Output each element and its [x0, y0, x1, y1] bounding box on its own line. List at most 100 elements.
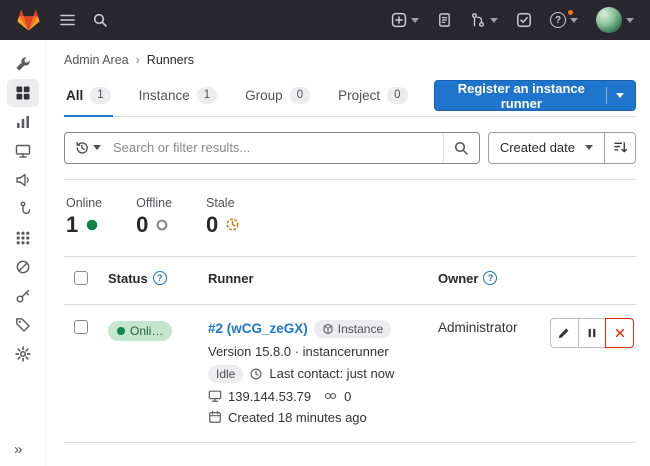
stat-stale: Stale 0 [206, 196, 240, 236]
pause-runner-button[interactable] [578, 318, 607, 348]
tab-group[interactable]: Group 0 [243, 75, 312, 117]
sidebar-item-overview[interactable] [7, 79, 39, 107]
runner-row: Onli… #2 (wCG_zeGX) Instance [64, 305, 636, 443]
search-submit-button[interactable] [443, 133, 479, 163]
user-menu-dropdown[interactable] [592, 3, 638, 37]
runner-type-badge: Instance [314, 320, 391, 338]
search-icon [92, 12, 108, 28]
runner-version: Version 15.8.0 · instancerunner [208, 344, 389, 359]
owner-link[interactable]: Administrator [438, 320, 518, 335]
chevron-down-icon [411, 18, 419, 23]
tab-count-badge: 0 [387, 87, 407, 104]
tab-count-badge: 1 [90, 87, 110, 104]
sidebar-collapse-button[interactable]: » [0, 441, 46, 458]
tab-all[interactable]: All 1 [64, 75, 113, 117]
breadcrumb-admin-area[interactable]: Admin Area [64, 53, 129, 67]
chevron-down-icon [490, 18, 498, 23]
search-input[interactable] [107, 140, 443, 155]
delete-runner-button[interactable] [605, 318, 634, 348]
sidebar-item-analytics[interactable] [7, 108, 39, 136]
sidebar-item-admin[interactable] [7, 50, 39, 78]
tab-label: Group [245, 88, 283, 103]
stale-clock-icon [225, 217, 240, 232]
runners-table: Status ? Runner Owner ? [64, 256, 636, 443]
runner-type-badge-label: Instance [338, 322, 383, 336]
stat-offline-label: Offline [136, 196, 172, 210]
help-icon: ? [550, 12, 566, 28]
stat-online-value: 1 [66, 214, 78, 236]
sidebar-item-labels[interactable] [7, 311, 39, 339]
filter-row: Created date [64, 132, 636, 164]
gitlab-tanuki-icon [16, 8, 41, 32]
stat-online: Online 1 [66, 196, 102, 236]
register-button-label: Register an instance runner [446, 81, 598, 111]
runner-column-header: Runner [208, 271, 254, 286]
todos-button[interactable] [512, 8, 536, 32]
new-menu-dropdown[interactable] [387, 8, 423, 32]
gitlab-logo[interactable] [12, 4, 45, 36]
topbar-right-group: ? [387, 3, 638, 37]
register-instance-runner-button[interactable]: Register an instance runner [434, 80, 637, 111]
cube-icon [322, 323, 334, 335]
runner-state-badge: Idle [208, 365, 243, 383]
sidebar-item-settings[interactable] [7, 340, 39, 368]
monitor-icon [15, 143, 31, 159]
button-divider [606, 87, 607, 104]
calendar-icon [208, 410, 222, 424]
owner-help-icon[interactable]: ? [483, 271, 497, 285]
notification-dot [567, 9, 574, 16]
search-history-dropdown[interactable] [65, 133, 107, 163]
sidebar-item-spam-logs[interactable] [7, 253, 39, 281]
bar-chart-icon [15, 114, 31, 130]
search-icon [453, 140, 469, 156]
runner-link[interactable]: #2 (wCG_zeGX) [208, 321, 308, 336]
runner-created-ago: Created 18 minutes ago [228, 410, 367, 425]
runner-stats: Online 1 Offline 0 Stale [64, 180, 636, 256]
select-all-checkbox[interactable] [74, 271, 88, 285]
tab-project[interactable]: Project 0 [336, 75, 409, 117]
stat-stale-label: Stale [206, 196, 240, 210]
sort-descending-icon [613, 140, 628, 155]
main-content: Admin Area › Runners All 1 Instance 1 Gr… [46, 40, 650, 466]
key-icon [15, 288, 31, 304]
user-avatar [596, 7, 622, 33]
pause-icon [586, 327, 598, 339]
sidebar-item-deploy-keys[interactable] [7, 282, 39, 310]
tab-count-badge: 0 [290, 87, 310, 104]
global-search-button[interactable] [88, 8, 112, 32]
slash-circle-icon [15, 259, 31, 275]
tab-label: All [66, 88, 83, 103]
tab-instance[interactable]: Instance 1 [137, 75, 219, 117]
sidebar-item-monitoring[interactable] [7, 137, 39, 165]
stat-offline: Offline 0 [136, 196, 172, 236]
chevron-down-icon [616, 93, 624, 98]
hook-icon [15, 201, 31, 217]
runner-jobs-count-link[interactable]: 0 [344, 389, 351, 404]
hamburger-menu-button[interactable] [55, 8, 80, 32]
merge-requests-dropdown[interactable] [466, 8, 502, 32]
tab-label: Instance [139, 88, 190, 103]
sidebar-item-system-hooks[interactable] [7, 195, 39, 223]
breadcrumb-current-page: Runners [147, 53, 194, 67]
edit-runner-button[interactable] [550, 318, 579, 348]
sort-by-dropdown[interactable]: Created date [488, 132, 605, 164]
chevron-down-icon [626, 18, 634, 23]
chevron-down-icon [570, 18, 578, 23]
runner-details-cell: #2 (wCG_zeGX) Instance Version 15.8.0 · … [208, 305, 438, 442]
row-checkbox[interactable] [74, 320, 88, 334]
tab-count-badge: 1 [197, 87, 217, 104]
grid-icon [15, 85, 31, 101]
runner-tabs-bar: All 1 Instance 1 Group 0 Project 0 Regis… [64, 75, 636, 117]
sidebar-item-applications[interactable] [7, 224, 39, 252]
owner-column-header: Owner [438, 271, 478, 286]
sidebar-item-messages[interactable] [7, 166, 39, 194]
issues-button[interactable] [433, 8, 456, 32]
status-help-icon[interactable]: ? [153, 271, 167, 285]
help-dropdown[interactable]: ? [546, 8, 582, 32]
tab-label: Project [338, 88, 380, 103]
row-actions [550, 305, 636, 365]
megaphone-icon [15, 172, 31, 188]
sort-controls: Created date [488, 132, 636, 164]
sort-direction-button[interactable] [604, 132, 636, 164]
stat-online-label: Online [66, 196, 102, 210]
